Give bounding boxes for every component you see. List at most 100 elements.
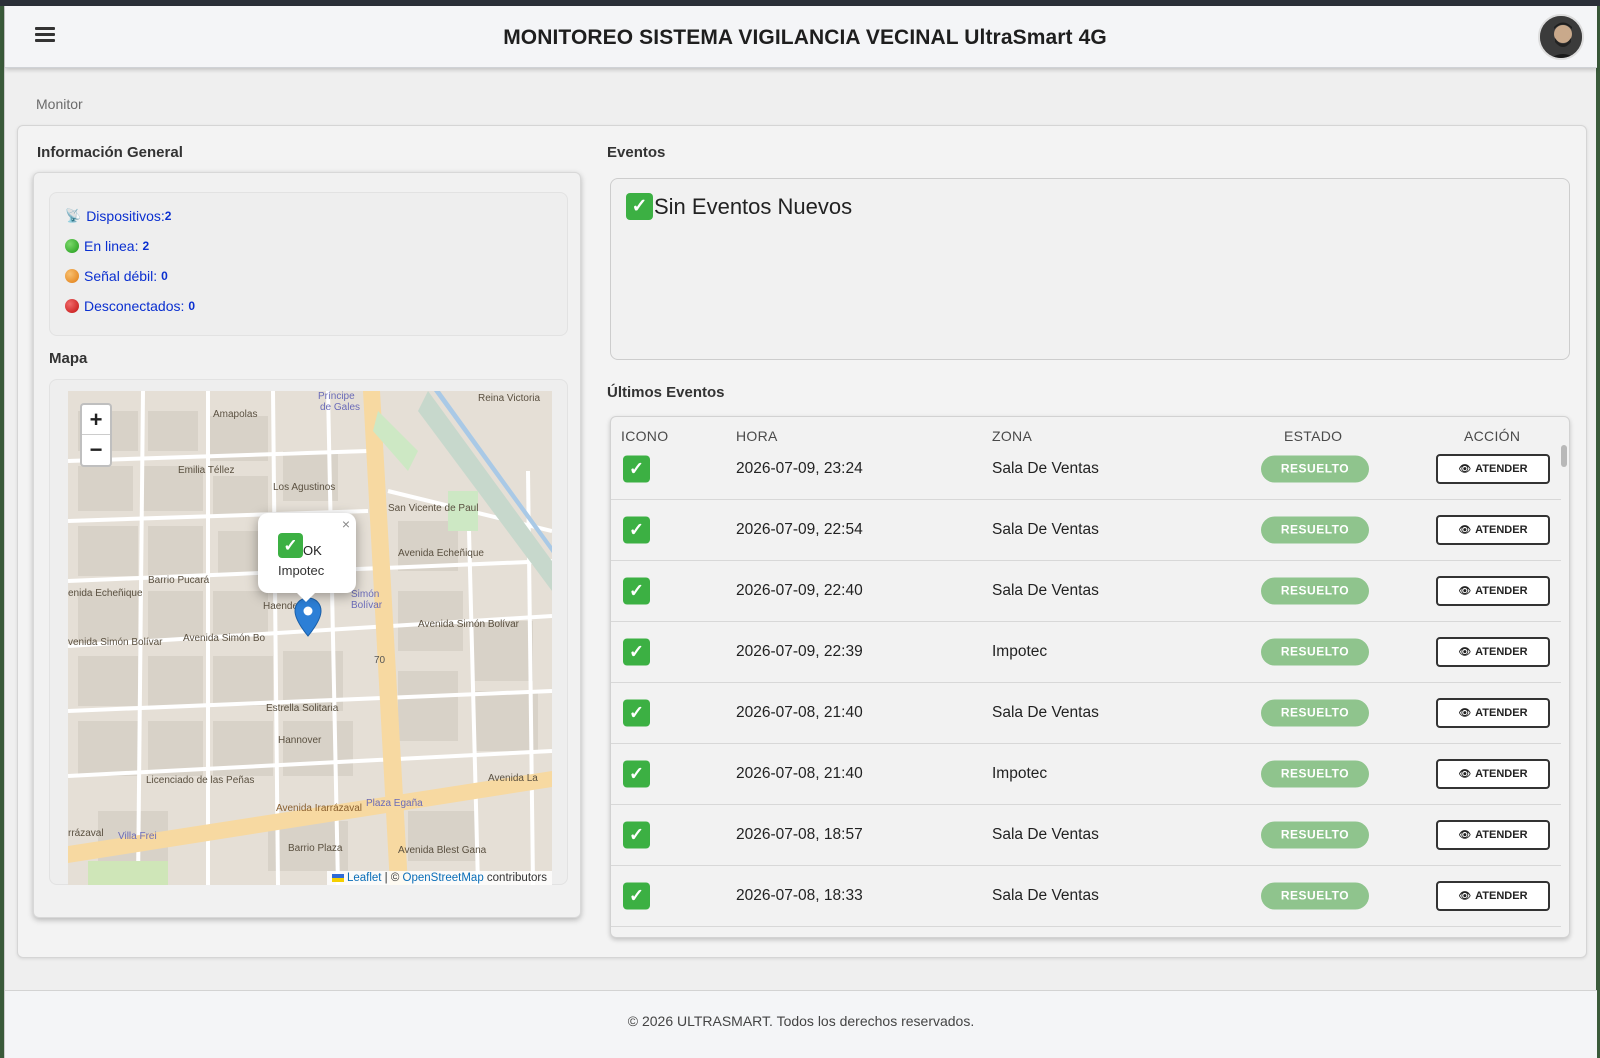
- svg-text:rrázaval: rrázaval: [68, 828, 104, 839]
- zoom-in-button[interactable]: +: [82, 405, 110, 435]
- eye-icon: 👁: [1458, 829, 1472, 841]
- app-header: MONITOREO SISTEMA VIGILANCIA VECINAL Ult…: [5, 6, 1597, 68]
- events-message: ✓ Sin Eventos Nuevos: [626, 193, 852, 220]
- last-events-table: ICONO HORA ZONA ESTADO ACCIÓN ✓ 2026-07-0…: [610, 416, 1570, 938]
- row-zona: Sala De Ventas: [992, 460, 1099, 477]
- online-label: En linea:: [84, 238, 139, 254]
- table-row: ✓ 2026-07-09, 22:40 Sala De Ventas RESUELTO…: [611, 561, 1561, 622]
- events-title: Eventos: [607, 144, 666, 161]
- popup-status: ✓ OK: [278, 533, 322, 558]
- devices-count[interactable]: 📡 Dispositivos: 2: [65, 208, 171, 224]
- check-icon: ✓: [626, 193, 653, 220]
- check-icon: ✓: [623, 882, 650, 910]
- map-title: Mapa: [49, 350, 88, 367]
- svg-text:Avenida La: Avenida La: [488, 773, 538, 784]
- row-hora: 2026-07-09, 23:24: [736, 460, 863, 477]
- svg-text:70: 70: [374, 655, 386, 666]
- eye-icon: 👁: [1458, 585, 1472, 597]
- svg-text:Simón: Simón: [351, 589, 379, 600]
- atender-label: ATENDER: [1475, 768, 1528, 780]
- footer-text: © 2026 ULTRASMART. Todos los derechos re…: [627, 1013, 975, 1029]
- leaflet-link[interactable]: Leaflet: [347, 872, 382, 884]
- eye-icon: 👁: [1458, 768, 1472, 780]
- svg-text:Príncipe: Príncipe: [318, 391, 355, 402]
- row-hora: 2026-07-08, 18:57: [736, 826, 863, 843]
- weak-signal-count[interactable]: Señal débil: 0: [65, 268, 168, 284]
- row-hora: 2026-07-08, 21:40: [736, 765, 863, 782]
- satellite-icon: 📡: [65, 208, 82, 223]
- weak-signal-value: 0: [161, 269, 168, 283]
- status-badge: RESUELTO: [1261, 455, 1369, 483]
- row-zona: Sala De Ventas: [992, 826, 1099, 843]
- atender-button[interactable]: 👁 ATENDER: [1436, 759, 1550, 789]
- status-badge: RESUELTO: [1261, 699, 1369, 727]
- atender-button[interactable]: 👁 ATENDER: [1436, 881, 1550, 911]
- eye-icon: 👁: [1458, 646, 1472, 658]
- atender-button[interactable]: 👁 ATENDER: [1436, 515, 1550, 545]
- svg-text:Barrio Plaza: Barrio Plaza: [288, 843, 343, 854]
- popup-close-button[interactable]: ×: [342, 516, 350, 532]
- orange-circle-icon: [65, 269, 79, 283]
- atender-button[interactable]: 👁 ATENDER: [1436, 820, 1550, 850]
- svg-text:Avenida Simón Bo: Avenida Simón Bo: [183, 633, 266, 644]
- atender-label: ATENDER: [1475, 829, 1528, 841]
- check-icon: ✓: [623, 577, 650, 605]
- svg-text:Hannover: Hannover: [278, 735, 322, 746]
- status-badge: RESUELTO: [1261, 516, 1369, 544]
- svg-text:de Gales: de Gales: [320, 402, 360, 413]
- popup-status-text: OK: [303, 543, 322, 558]
- atender-button[interactable]: 👁 ATENDER: [1436, 576, 1550, 606]
- status-badge: RESUELTO: [1261, 821, 1369, 849]
- table-row: ✓ 2026-07-08, 18:57 Sala De Ventas RESUELTO…: [611, 805, 1561, 866]
- popup-device-name: Impotec: [278, 563, 325, 578]
- device-summary: 📡 Dispositivos: 2 En linea: 2 Señal débil:…: [49, 192, 568, 336]
- svg-text:Bolívar: Bolívar: [351, 600, 383, 611]
- atender-button[interactable]: 👁 ATENDER: [1436, 698, 1550, 728]
- svg-text:Amapolas: Amapolas: [213, 409, 257, 420]
- atender-button[interactable]: 👁 ATENDER: [1436, 637, 1550, 667]
- table-row: ✓ 2026-07-08, 18:33 Sala De Ventas RESUELTO…: [611, 866, 1561, 927]
- red-circle-icon: [65, 299, 79, 313]
- zoom-control: + −: [80, 403, 112, 467]
- svg-text:Licenciado de las Peñas: Licenciado de las Peñas: [146, 775, 254, 786]
- online-count[interactable]: En linea: 2: [65, 238, 149, 254]
- map-marker-icon[interactable]: [294, 597, 322, 637]
- devices-value: 2: [164, 209, 172, 223]
- online-value: 2: [142, 239, 150, 253]
- svg-text:Los Agustinos: Los Agustinos: [273, 482, 335, 493]
- row-zona: Impotec: [992, 643, 1048, 660]
- events-panel: ✓ Sin Eventos Nuevos: [610, 178, 1570, 360]
- map-popup: × ✓ OK Impotec: [258, 513, 356, 602]
- row-zona: Sala De Ventas: [992, 582, 1099, 599]
- row-hora: 2026-07-09, 22:39: [736, 643, 863, 660]
- table-scrollbar[interactable]: [1561, 445, 1567, 467]
- disconnected-count[interactable]: Desconectados: 0: [65, 298, 195, 314]
- status-badge: RESUELTO: [1261, 882, 1369, 910]
- breadcrumb[interactable]: Monitor: [36, 96, 83, 112]
- osm-link[interactable]: OpenStreetMap: [403, 872, 484, 884]
- svg-text:Avenida Simón Bolívar: Avenida Simón Bolívar: [418, 619, 520, 630]
- status-badge: RESUELTO: [1261, 760, 1369, 788]
- attribution-separator: | ©: [381, 872, 403, 884]
- atender-label: ATENDER: [1475, 463, 1528, 475]
- atender-label: ATENDER: [1475, 524, 1528, 536]
- last-events-title: Últimos Eventos: [607, 384, 725, 401]
- table-row: ✓ 2026-07-09, 22:39 Impotec RESUELTO 👁 ATENDE…: [611, 622, 1561, 683]
- zoom-out-button[interactable]: −: [82, 435, 110, 465]
- atender-label: ATENDER: [1475, 585, 1528, 597]
- check-icon: ✓: [623, 638, 650, 666]
- table-row: ✓ 2026-07-09, 23:24 Sala De Ventas RESUELTO…: [611, 439, 1561, 500]
- row-zona: Sala De Ventas: [992, 704, 1099, 721]
- status-badge: RESUELTO: [1261, 638, 1369, 666]
- map-attribution: Leaflet | © OpenStreetMap contributors: [326, 871, 552, 885]
- atender-button[interactable]: 👁 ATENDER: [1436, 454, 1550, 484]
- svg-text:venida Simón Bolívar: venida Simón Bolívar: [68, 637, 163, 648]
- green-circle-icon: [65, 239, 79, 253]
- map[interactable]: Príncipe de Gales Amapolas Emilia Téllez…: [68, 391, 552, 885]
- svg-text:Estrella Solitaria: Estrella Solitaria: [266, 703, 339, 714]
- atender-label: ATENDER: [1475, 646, 1528, 658]
- svg-text:Avenida Blest Gana: Avenida Blest Gana: [398, 845, 487, 856]
- eye-icon: 👁: [1458, 707, 1472, 719]
- avatar[interactable]: [1538, 14, 1584, 60]
- check-icon: ✓: [623, 455, 650, 483]
